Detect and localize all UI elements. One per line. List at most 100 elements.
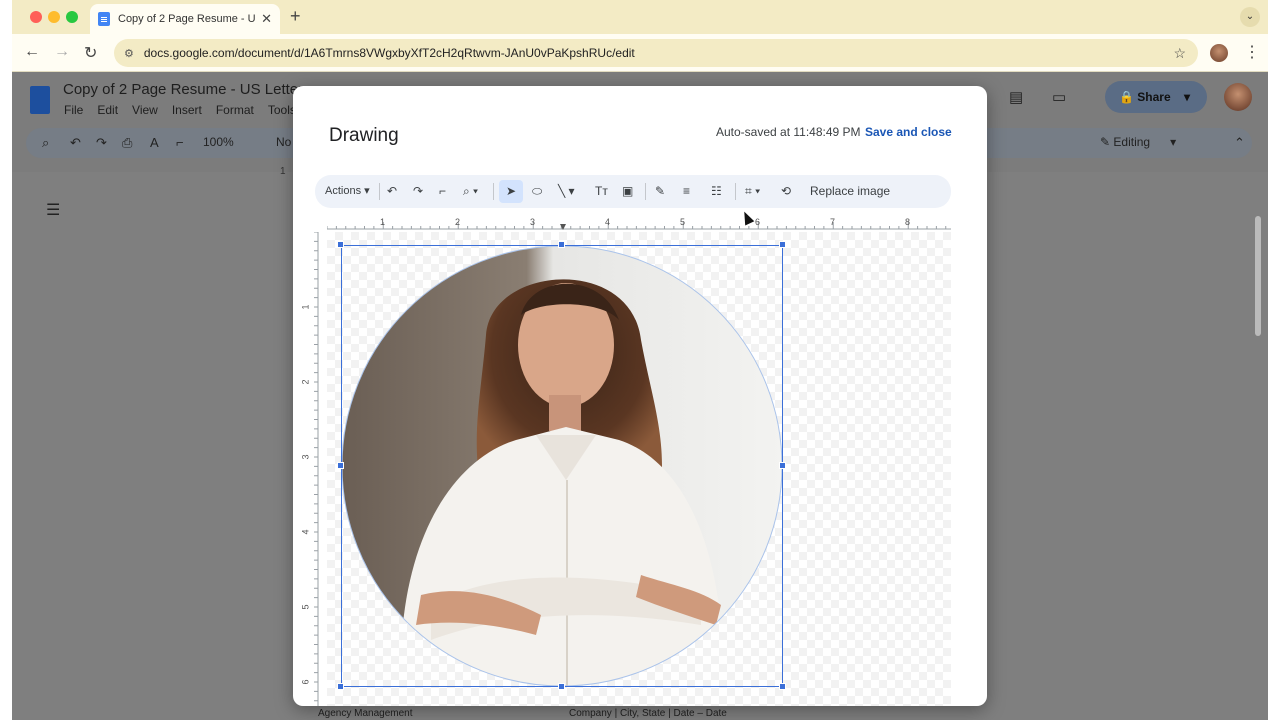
menu-tools[interactable]: Tools xyxy=(268,103,296,117)
menu-format[interactable]: Format xyxy=(216,103,254,117)
vertical-ruler-label: 4 xyxy=(300,529,311,535)
docs-menubar: File Edit View Insert Format Tools xyxy=(64,103,296,117)
undo-icon[interactable]: ↶ xyxy=(70,135,81,151)
tab-strip: Copy of 2 Page Resume - US ✕ + ⌄ xyxy=(12,0,1268,34)
editing-mode-label: Editing xyxy=(1113,135,1151,149)
site-info-icon[interactable]: ⚙ xyxy=(124,47,134,60)
zoom-icon[interactable]: ⌕ ▾ xyxy=(463,184,478,199)
browser-tab[interactable]: Copy of 2 Page Resume - US ✕ xyxy=(90,4,280,34)
collapse-menus-icon[interactable]: ⌃ xyxy=(1234,135,1245,151)
select-cursor-icon[interactable]: ➤ xyxy=(506,184,516,198)
undo-icon[interactable]: ↶ xyxy=(387,184,397,198)
horizontal-ruler-label: 1 xyxy=(380,217,386,227)
paint-format-icon[interactable]: ⌐ xyxy=(439,184,446,198)
tab-search-icon[interactable]: ⌄ xyxy=(1240,7,1260,27)
spellcheck-icon[interactable]: A xyxy=(150,135,159,150)
search-menus-icon[interactable]: ⌕ xyxy=(42,135,49,151)
share-label: Share xyxy=(1137,90,1171,104)
docs-logo-icon[interactable] xyxy=(30,86,50,114)
horizontal-ruler-label: 8 xyxy=(905,217,911,227)
shape-icon[interactable]: ⬭ xyxy=(532,184,542,199)
paint-format-icon[interactable]: ⌐ xyxy=(176,135,184,150)
toolbar-divider xyxy=(645,183,646,200)
share-button[interactable]: 🔒 Share ▾ xyxy=(1105,81,1207,113)
replace-image-button[interactable]: Replace image xyxy=(810,184,890,198)
browser-menu-icon[interactable]: ⋮ xyxy=(1244,42,1260,62)
account-avatar[interactable] xyxy=(1224,83,1252,111)
crop-icon[interactable]: ⌗ ▾ xyxy=(745,184,760,199)
drawing-canvas[interactable] xyxy=(327,232,951,706)
actions-menu[interactable]: Actions ▾ xyxy=(325,184,370,197)
style-select[interactable]: No xyxy=(276,135,291,149)
horizontal-ruler-label: 5 xyxy=(680,217,686,227)
new-tab-icon[interactable]: + xyxy=(290,6,301,27)
horizontal-ruler-label: 3 xyxy=(530,217,536,227)
address-bar[interactable]: ⚙ docs.google.com/document/d/1A6Tmrns8VW… xyxy=(114,39,1198,67)
line-icon[interactable]: ╲ ▾ xyxy=(558,184,575,198)
image-icon[interactable]: ▣ xyxy=(622,184,633,198)
horizontal-ruler xyxy=(327,222,951,230)
browser-toolbar: ← → ↻ ⚙ docs.google.com/document/d/1A6Tm… xyxy=(12,34,1268,72)
redo-icon[interactable]: ↷ xyxy=(413,184,423,198)
horizontal-ruler-label: 4 xyxy=(605,217,611,227)
redo-icon[interactable]: ↷ xyxy=(96,135,107,151)
page-text-right: Company | City, State | Date – Date xyxy=(569,708,727,719)
editing-mode-select[interactable]: ✎ Editing ▾ xyxy=(1100,135,1176,149)
browser-window: Copy of 2 Page Resume - US ✕ + ⌄ ← → ↻ ⚙… xyxy=(12,0,1268,720)
save-and-close-button[interactable]: Save and close xyxy=(865,125,952,139)
vertical-ruler-label: 6 xyxy=(300,679,311,685)
reload-icon[interactable]: ↻ xyxy=(84,43,97,63)
document-outline-icon[interactable]: ☰ xyxy=(46,200,60,220)
comments-icon[interactable]: ▤ xyxy=(1009,88,1023,106)
page-text-left: Agency Management xyxy=(318,708,413,719)
resize-handle-se[interactable] xyxy=(779,683,786,690)
bookmark-star-icon[interactable]: ☆ xyxy=(1173,45,1186,62)
border-color-icon[interactable]: ✎ xyxy=(655,184,665,198)
resize-handle-n[interactable] xyxy=(558,241,565,248)
dialog-title: Drawing xyxy=(329,125,399,146)
menu-view[interactable]: View xyxy=(132,103,158,117)
tab-title: Copy of 2 Page Resume - US xyxy=(118,13,256,25)
resize-handle-sw[interactable] xyxy=(337,683,344,690)
menu-edit[interactable]: Edit xyxy=(97,103,118,117)
vertical-ruler-label: 2 xyxy=(300,379,311,385)
document-title[interactable]: Copy of 2 Page Resume - US Letter xyxy=(63,81,303,98)
maximize-window-button[interactable] xyxy=(66,11,78,23)
toolbar-divider xyxy=(379,183,380,200)
resize-handle-ne[interactable] xyxy=(779,241,786,248)
forward-icon[interactable]: → xyxy=(54,43,70,61)
vertical-ruler-label: 3 xyxy=(300,454,311,460)
drawing-toolbar: Actions ▾ ↶ ↷ ⌐ ⌕ ▾ ➤ ⬭ ╲ ▾ Tт ▣ ✎ ≡ ☷ ⌗… xyxy=(315,175,951,208)
menu-insert[interactable]: Insert xyxy=(172,103,202,117)
close-tab-icon[interactable]: ✕ xyxy=(261,11,272,27)
profile-avatar[interactable] xyxy=(1210,44,1228,62)
horizontal-ruler-label: 7 xyxy=(830,217,836,227)
toolbar-divider xyxy=(735,183,736,200)
google-docs-icon xyxy=(98,12,110,26)
resize-handle-w[interactable] xyxy=(337,462,344,469)
border-dash-icon[interactable]: ☷ xyxy=(711,184,722,198)
text-box-icon[interactable]: Tт xyxy=(595,184,608,198)
autosave-status: Auto-saved at 11:48:49 PM xyxy=(716,125,861,139)
border-weight-icon[interactable]: ≡ xyxy=(683,184,690,198)
actions-label: Actions xyxy=(325,185,362,197)
resize-handle-e[interactable] xyxy=(779,462,786,469)
reset-image-icon[interactable]: ⟲ xyxy=(781,184,791,198)
back-icon[interactable]: ← xyxy=(24,43,40,61)
print-icon[interactable]: ⎙ xyxy=(122,135,132,151)
document-scrollbar[interactable] xyxy=(1255,216,1261,336)
minimize-window-button[interactable] xyxy=(48,11,60,23)
meet-icon[interactable]: ▭ xyxy=(1052,88,1066,106)
close-window-button[interactable] xyxy=(30,11,42,23)
selection-box xyxy=(341,245,783,687)
resize-handle-nw[interactable] xyxy=(337,241,344,248)
ruler-number: 1 xyxy=(280,166,286,177)
vertical-ruler xyxy=(314,232,319,706)
menu-file[interactable]: File xyxy=(64,103,83,117)
resize-handle-s[interactable] xyxy=(558,683,565,690)
horizontal-ruler-label: 6 xyxy=(755,217,761,227)
vertical-ruler-label: 1 xyxy=(300,304,311,310)
vertical-ruler-label: 5 xyxy=(300,604,311,610)
url-text: docs.google.com/document/d/1A6Tmrns8VWgx… xyxy=(143,46,635,60)
zoom-select[interactable]: 100% xyxy=(203,135,234,149)
